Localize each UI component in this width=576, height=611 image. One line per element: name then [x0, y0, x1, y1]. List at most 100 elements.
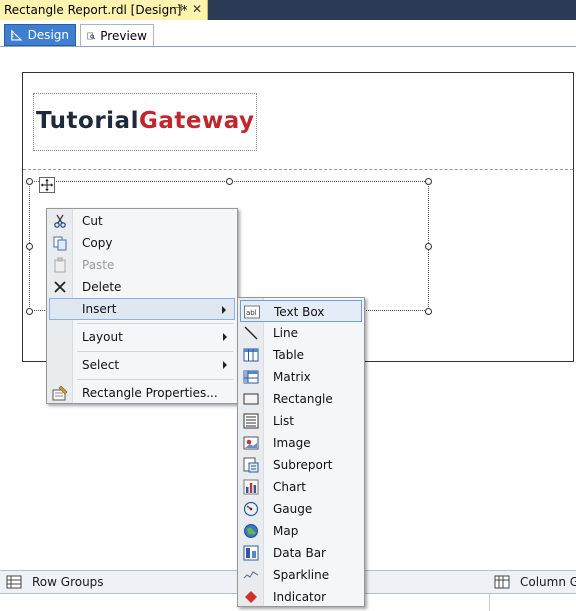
menu-item-select[interactable]: Select	[49, 354, 235, 376]
indicator-icon	[245, 591, 257, 603]
menu-item-delete[interactable]: Delete	[49, 276, 235, 298]
submenu-item-subreport[interactable]: Subreport	[240, 454, 362, 476]
submenu-item-data-bar[interactable]: Data Bar	[240, 542, 362, 564]
logo-image-box[interactable]: TutorialGateway	[33, 93, 257, 151]
gauge-icon	[243, 501, 259, 517]
close-icon[interactable]: ✕	[191, 3, 203, 15]
move-handle-icon[interactable]	[39, 177, 55, 193]
menu-item-label: Rectangle Properties...	[82, 386, 218, 400]
submenu-item-label: Line	[273, 326, 299, 340]
menu-item-label: Cut	[82, 214, 103, 228]
copy-icon	[53, 236, 67, 251]
submenu-item-label: Map	[273, 524, 299, 538]
tutorial-gateway-logo: TutorialGateway	[36, 108, 255, 134]
submenu-item-table[interactable]: Table	[240, 344, 362, 366]
submenu-item-label: Subreport	[273, 458, 333, 472]
databar-icon	[243, 545, 259, 561]
document-tab-bar: Rectangle Report.rdl [Design]* ⊣ ✕	[0, 0, 576, 20]
tab-design-label: Design	[27, 28, 69, 42]
grouping-pane-divider	[489, 594, 490, 611]
image-icon	[243, 436, 259, 450]
sparkline-icon	[243, 571, 259, 579]
tab-design[interactable]: Design	[4, 24, 76, 46]
menu-item-label: Copy	[82, 236, 113, 250]
rectangle-icon	[243, 393, 259, 405]
submenu-item-text-box[interactable]: abl Text Box	[240, 300, 362, 322]
menu-item-label: Select	[82, 358, 120, 372]
document-tab[interactable]: Rectangle Report.rdl [Design]* ⊣ ✕	[0, 0, 208, 20]
menu-item-label: Delete	[82, 280, 122, 294]
pin-icon[interactable]: ⊣	[172, 3, 184, 15]
submenu-item-label: Matrix	[273, 370, 311, 384]
menu-item-rectangle-properties[interactable]: Rectangle Properties...	[49, 382, 235, 404]
tab-preview-label: Preview	[100, 28, 147, 43]
row-groups-icon	[6, 575, 22, 589]
submenu-item-label: Indicator	[273, 590, 327, 604]
submenu-item-label: Image	[273, 436, 311, 450]
table-icon	[243, 348, 259, 362]
submenu-item-label: Chart	[273, 480, 306, 494]
resize-handle[interactable]	[425, 308, 432, 315]
submenu-item-list[interactable]: List	[240, 410, 362, 432]
resize-handle[interactable]	[26, 178, 33, 185]
menu-item-layout[interactable]: Layout	[49, 326, 235, 348]
menu-item-insert[interactable]: Insert	[49, 298, 235, 320]
submenu-item-label: Data Bar	[273, 546, 326, 560]
submenu-item-label: Text Box	[274, 305, 325, 319]
submenu-item-indicator[interactable]: Indicator	[240, 586, 362, 608]
column-groups-icon	[494, 575, 510, 589]
properties-icon	[52, 385, 68, 401]
submenu-item-gauge[interactable]: Gauge	[240, 498, 362, 520]
column-groups-label: Column G	[520, 575, 576, 589]
submenu-item-label: Rectangle	[273, 392, 333, 406]
line-icon	[244, 326, 258, 340]
resize-handle[interactable]	[425, 243, 432, 250]
menu-separator	[77, 379, 233, 380]
submenu-item-map[interactable]: Map	[240, 520, 362, 542]
subreport-icon	[243, 457, 259, 473]
context-menu: Cut Copy Paste Delete Insert Layout Sele…	[46, 208, 238, 404]
menu-item-cut[interactable]: Cut	[49, 210, 235, 232]
submenu-item-label: Gauge	[273, 502, 313, 516]
submenu-item-label: Table	[273, 348, 305, 362]
map-icon	[244, 524, 258, 538]
paste-icon	[54, 257, 66, 273]
submenu-item-rectangle[interactable]: Rectangle	[240, 388, 362, 410]
menu-item-label: Paste	[82, 258, 115, 272]
menu-item-copy[interactable]: Copy	[49, 232, 235, 254]
menu-item-paste[interactable]: Paste	[49, 254, 235, 276]
submenu-item-label: List	[273, 414, 294, 428]
submenu-item-line[interactable]: Line	[240, 322, 362, 344]
resize-handle[interactable]	[226, 178, 233, 185]
scissors-icon	[54, 214, 66, 228]
document-tab-title: Rectangle Report.rdl [Design]*	[4, 3, 188, 17]
submenu-arrow-icon	[222, 306, 226, 314]
resize-handle[interactable]	[26, 243, 33, 250]
design-ruler-icon	[11, 29, 23, 41]
column-groups-header[interactable]: Column G	[494, 575, 576, 589]
row-groups-label: Row Groups	[32, 575, 104, 589]
submenu-item-matrix[interactable]: Matrix	[240, 366, 362, 388]
view-tab-strip: Design Preview	[0, 20, 576, 47]
menu-separator	[77, 323, 233, 324]
chart-icon	[243, 479, 259, 495]
list-icon	[243, 413, 259, 429]
menu-separator	[77, 351, 233, 352]
row-groups-header[interactable]: Row Groups	[6, 575, 104, 589]
menu-item-label: Layout	[82, 330, 123, 344]
textbox-icon: abl	[244, 305, 260, 319]
submenu-item-image[interactable]: Image	[240, 432, 362, 454]
submenu-item-sparkline[interactable]: Sparkline	[240, 564, 362, 586]
resize-handle[interactable]	[425, 178, 432, 185]
matrix-icon	[243, 370, 259, 384]
tab-preview[interactable]: Preview	[80, 24, 154, 46]
delete-x-icon	[54, 281, 66, 293]
submenu-arrow-icon	[223, 361, 227, 369]
preview-icon	[87, 32, 96, 39]
svg-text:abl: abl	[246, 309, 257, 317]
menu-item-label: Insert	[82, 302, 117, 316]
submenu-item-label: Sparkline	[273, 568, 330, 582]
resize-handle[interactable]	[26, 308, 33, 315]
submenu-item-chart[interactable]: Chart	[240, 476, 362, 498]
insert-submenu: abl Text Box Line Table Matrix Rectangle	[237, 297, 365, 607]
